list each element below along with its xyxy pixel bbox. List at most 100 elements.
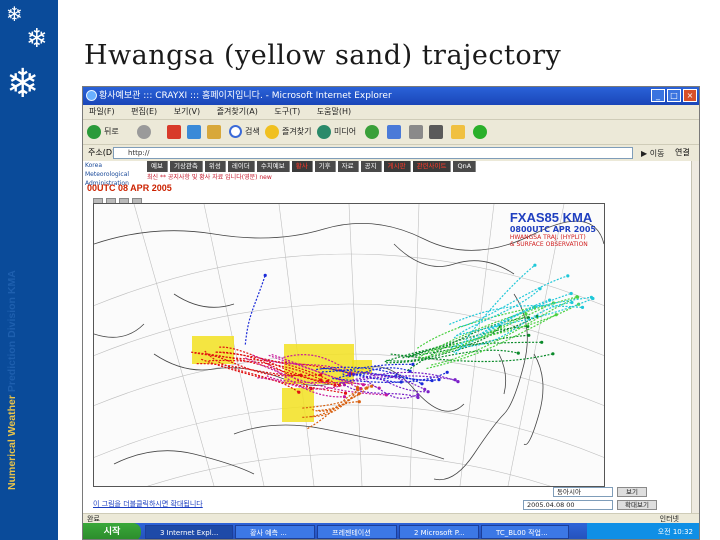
trajectory-endpoint bbox=[453, 378, 457, 382]
taskbar: 시작 3 Internet Expl... 황사 예측 ... 프레젠테이션 2… bbox=[83, 523, 699, 539]
window-title: 황사예보관 ::: CRAYXI ::: 홈페이지입니다. - Microsof… bbox=[99, 91, 392, 101]
trajectory-map[interactable]: FXAS85 KMA 0800UTC APR 2005 HWANGSA TRAJ… bbox=[93, 203, 605, 487]
back-label: 뒤로 bbox=[104, 127, 119, 136]
trajectory-endpoint bbox=[576, 295, 580, 299]
kma-logo[interactable]: Korea Meteorological Administration bbox=[85, 161, 145, 187]
window-titlebar: 황사예보관 ::: CRAYXI ::: 홈페이지입니다. - Microsof… bbox=[83, 87, 699, 105]
print-button[interactable] bbox=[409, 124, 426, 140]
close-button[interactable]: × bbox=[683, 89, 697, 102]
home-button[interactable] bbox=[207, 124, 224, 140]
trajectory-endpoint bbox=[420, 382, 424, 386]
trajectory-endpoint bbox=[342, 395, 347, 399]
trajectory-line bbox=[407, 317, 529, 371]
folder-button[interactable] bbox=[451, 124, 468, 140]
snowflake-icon: ❄ bbox=[6, 2, 23, 26]
trajectory-endpoint bbox=[540, 340, 544, 344]
time-select[interactable]: 2005.04.08 00 bbox=[523, 500, 613, 510]
menu-favorites[interactable]: 즐겨찾기(A) bbox=[217, 107, 258, 116]
menu-file[interactable]: 파일(F) bbox=[89, 107, 115, 116]
start-button[interactable]: 시작 bbox=[83, 523, 141, 539]
kma-subnav[interactable]: 최신 ** 공지사항 및 황사 자료 입니다(영문) new bbox=[147, 173, 687, 182]
trajectory-endpoint bbox=[445, 370, 449, 374]
nav-tab[interactable]: 예보 bbox=[147, 161, 168, 172]
map-enlarge-link[interactable]: 이 그림을 더블클릭하시면 확대됩니다 bbox=[93, 499, 203, 509]
media-button[interactable]: 미디어 bbox=[317, 124, 356, 140]
region-select[interactable]: 동아시아 bbox=[553, 487, 613, 497]
trajectory-endpoint bbox=[357, 392, 361, 396]
nav-tab[interactable]: QnA bbox=[453, 161, 477, 172]
search-button[interactable]: 검색 bbox=[229, 124, 260, 140]
taskbar-item[interactable]: 3 Internet Expl... bbox=[145, 525, 233, 539]
nav-tab[interactable]: 자료 bbox=[337, 161, 359, 172]
trajectory-endpoint bbox=[533, 263, 537, 267]
nav-tab[interactable]: 게시판 bbox=[383, 161, 411, 172]
stop-button[interactable] bbox=[167, 124, 184, 140]
view-button[interactable]: 보기 bbox=[617, 487, 647, 497]
status-text: 완료 bbox=[87, 515, 100, 523]
history-button[interactable] bbox=[365, 124, 382, 140]
trajectory-endpoint bbox=[416, 393, 420, 397]
menu-tools[interactable]: 도구(T) bbox=[274, 107, 300, 116]
map-subtitle: 0800UTC APR 2005 bbox=[509, 225, 596, 234]
edit-button[interactable] bbox=[429, 124, 446, 140]
nav-tab[interactable]: 기후 bbox=[314, 161, 336, 172]
refresh-button[interactable] bbox=[187, 124, 204, 140]
map-title-block: FXAS85 KMA 0800UTC APR 2005 HWANGSA TRAJ… bbox=[510, 210, 596, 248]
menu-help[interactable]: 도움말(H) bbox=[317, 107, 351, 116]
nav-tab[interactable]: 레이더 bbox=[227, 161, 255, 172]
taskbar-item[interactable]: 프레젠테이션 bbox=[317, 525, 397, 539]
trajectory-endpoint bbox=[527, 333, 531, 337]
browser-window: 황사예보관 ::: CRAYXI ::: 홈페이지입니다. - Microsof… bbox=[82, 86, 700, 540]
snowflake-icon: ❄ bbox=[6, 61, 40, 107]
taskbar-item[interactable]: TC_BL00 작업... bbox=[481, 525, 569, 539]
forward-button[interactable] bbox=[137, 124, 154, 140]
address-bar: 주소(D) http:// ▶ 이동 연결 bbox=[83, 145, 699, 161]
nav-tab[interactable]: 관련사이트 bbox=[412, 161, 452, 172]
nav-tab[interactable]: 위성 bbox=[204, 161, 226, 172]
map-note: HWANGSA TRAJ. (HYPLIT) bbox=[509, 234, 586, 241]
star-icon bbox=[265, 124, 279, 139]
favorites-button[interactable]: 즐겨찾기 bbox=[265, 124, 311, 140]
menu-bar: 파일(F) 편집(E) 보기(V) 즐겨찾기(A) 도구(T) 도움말(H) bbox=[83, 105, 699, 119]
links-label[interactable]: 연결 bbox=[675, 145, 690, 161]
slide-title: Hwangsa (yellow sand) trajectory bbox=[84, 40, 562, 71]
print-icon bbox=[409, 124, 423, 139]
menu-edit[interactable]: 편집(E) bbox=[131, 107, 157, 116]
messenger-button[interactable] bbox=[473, 124, 490, 140]
folder-icon bbox=[451, 124, 465, 139]
back-arrow-icon bbox=[87, 124, 101, 139]
trajectory-endpoint bbox=[569, 291, 573, 296]
nav-tab[interactable]: 기상관측 bbox=[169, 161, 203, 172]
side-caption-part: Weather bbox=[6, 395, 18, 437]
trajectory-endpoint bbox=[297, 390, 301, 394]
trajectory-endpoint bbox=[333, 383, 337, 387]
messenger-icon bbox=[473, 124, 487, 139]
nav-tab[interactable]: 공지 bbox=[360, 161, 382, 172]
zoom-view-button[interactable]: 확대보기 bbox=[617, 500, 657, 510]
taskbar-item[interactable]: 황사 예측 ... bbox=[235, 525, 315, 539]
maximize-button[interactable]: □ bbox=[667, 89, 681, 102]
mail-button[interactable] bbox=[387, 124, 404, 140]
nav-tab-hwangsa[interactable]: 황사 bbox=[291, 161, 313, 172]
map-tool-icons bbox=[93, 193, 153, 208]
go-button[interactable]: ▶ 이동 bbox=[641, 146, 671, 160]
trajectory-endpoint bbox=[456, 380, 460, 384]
back-button[interactable]: 뒤로 bbox=[87, 124, 119, 140]
trajectory-line bbox=[432, 303, 579, 353]
favorites-label: 즐겨찾기 bbox=[282, 127, 312, 136]
trajectory-line bbox=[407, 341, 542, 359]
minimize-button[interactable]: _ bbox=[651, 89, 665, 102]
nav-tab[interactable]: 수치예보 bbox=[256, 161, 290, 172]
system-tray: 오전 10:32 bbox=[587, 523, 699, 539]
trajectory-lines bbox=[191, 263, 595, 430]
ie-icon bbox=[86, 90, 97, 101]
trajectory-endpoint bbox=[343, 391, 348, 395]
trajectory-endpoint bbox=[437, 378, 441, 382]
taskbar-item[interactable]: 2 Microsoft P... bbox=[399, 525, 479, 539]
address-input[interactable]: http:// bbox=[113, 147, 633, 159]
page-scrollbar[interactable] bbox=[691, 161, 699, 513]
trajectory-endpoint bbox=[423, 387, 427, 391]
menu-view[interactable]: 보기(V) bbox=[174, 107, 200, 116]
trajectory-endpoint bbox=[516, 351, 520, 355]
history-icon bbox=[365, 124, 379, 139]
